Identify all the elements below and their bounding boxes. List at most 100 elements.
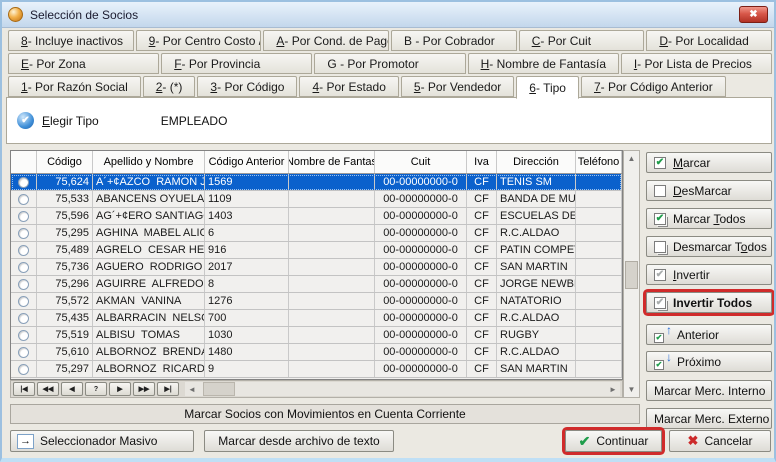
- tab-g-por-promotor[interactable]: G - Por Promotor: [314, 53, 465, 74]
- cell: [289, 225, 375, 241]
- nav-search-button[interactable]: ?: [85, 382, 107, 396]
- table-row[interactable]: 75,624A´+¢AZCO RAMON JOSE156900-00000000…: [11, 174, 622, 191]
- tab-b-por-cobrador[interactable]: B - Por Cobrador: [391, 30, 517, 51]
- table-row[interactable]: 75,572AKMAN VANINA127600-00000000-0CFNAT…: [11, 293, 622, 310]
- arrow-icon: ↓: [666, 350, 672, 364]
- arrow-right-icon: →: [17, 434, 34, 449]
- check-icon: ✔: [656, 334, 663, 342]
- seleccionador-masivo-button[interactable]: → Seleccionador Masivo: [10, 430, 194, 452]
- marcar-todos-button[interactable]: ✔Marcar Todos: [646, 208, 772, 229]
- table-row[interactable]: 75,295AGHINA MABEL ALICIA600-00000000-0C…: [11, 225, 622, 242]
- scroll-down-icon[interactable]: ▼: [624, 382, 639, 397]
- tab-h-nombre-de-fantasía[interactable]: H - Nombre de Fantasía: [468, 53, 619, 74]
- tab-5-por-vendedor[interactable]: 5 - Por Vendedor: [401, 76, 514, 97]
- nav-first-button[interactable]: |◀: [13, 382, 35, 396]
- table-row[interactable]: 75,296AGUIRRE ALFREDO800-00000000-0CFJOR…: [11, 276, 622, 293]
- window-title: Selección de Socios: [30, 8, 138, 22]
- tab-3-por-código[interactable]: 3 - Por Código: [197, 76, 297, 97]
- check-icon: ✔: [656, 298, 664, 308]
- table-row[interactable]: 75,519ALBISU TOMAS103000-00000000-0CFRUG…: [11, 327, 622, 344]
- cell: CF: [467, 344, 497, 360]
- column-header: Cuit: [375, 151, 467, 173]
- tab-4-por-estado[interactable]: 4 - Por Estado: [299, 76, 398, 97]
- nav-next-button[interactable]: ▶: [109, 382, 131, 396]
- tab-e-por-zona[interactable]: E - Por Zona: [8, 53, 159, 74]
- anterior-button[interactable]: ✔↑Anterior: [646, 324, 772, 345]
- cell: 2017: [205, 259, 289, 275]
- table-row[interactable]: 75,610ALBORNOZ BRENDA VAN148000-00000000…: [11, 344, 622, 361]
- cell: AG´+¢ERO SANTIAGO ME: [93, 208, 205, 224]
- cell: [576, 344, 622, 360]
- tab-row-1: 8 - Incluye inactivos9 - Por Centro Cost…: [6, 30, 774, 51]
- cancelar-button[interactable]: ✖ Cancelar: [669, 430, 771, 452]
- proximo-button-label: Próximo: [677, 355, 721, 369]
- tab-f-por-provincia[interactable]: F - Por Provincia: [161, 53, 312, 74]
- row-radio-icon: [18, 211, 29, 222]
- scroll-up-icon[interactable]: ▲: [624, 151, 639, 166]
- cell: 9: [205, 361, 289, 377]
- tab-8-incluye-inactivos[interactable]: 8 - Incluye inactivos: [8, 30, 134, 51]
- tab-2-[interactable]: 2 - (*): [143, 76, 196, 97]
- tab-7-por-código-anterior[interactable]: 7 - Por Código Anterior: [581, 76, 726, 97]
- column-header: Código Anterior: [205, 151, 289, 173]
- cell: R.C.ALDAO: [497, 310, 576, 326]
- tab-a-por-cond-de-pago[interactable]: A - Por Cond. de Pago: [263, 30, 389, 51]
- cell: 700: [205, 310, 289, 326]
- cell: 75,435: [37, 310, 93, 326]
- marcar-merc-externo-button[interactable]: Marcar Merc. Externo: [646, 408, 772, 429]
- table-row[interactable]: 75,489AGRELO CESAR HECTOR91600-00000000-…: [11, 242, 622, 259]
- continuar-button[interactable]: ✔ Continuar: [565, 430, 662, 452]
- invertir-button-label: Invertir: [673, 268, 710, 282]
- cb-check-icon: ✔: [654, 157, 666, 169]
- horizontal-scrollbar[interactable]: ◄ ►: [185, 382, 620, 396]
- desmarcar-todos-button[interactable]: Desmarcar Todos: [646, 236, 772, 257]
- table-row[interactable]: 75,435ALBARRACIN NELSON EL70000-00000000…: [11, 310, 622, 327]
- table-row[interactable]: 75,736AGUERO RODRIGO ALEJA201700-0000000…: [11, 259, 622, 276]
- row-select-cell: [11, 293, 37, 309]
- cb-empty-icon: [654, 185, 666, 197]
- table-row[interactable]: 75,297ALBORNOZ RICARDO RO900-00000000-0C…: [11, 361, 622, 378]
- invertir-button[interactable]: ✔Invertir: [646, 264, 772, 285]
- tab-i-por-lista-de-precios[interactable]: I - Por Lista de Precios: [621, 53, 772, 74]
- cb-empty-stack-icon: [654, 241, 666, 253]
- desmarcar-button[interactable]: DesMarcar: [646, 180, 772, 201]
- nav-prior-page-button[interactable]: ◀◀: [37, 382, 59, 396]
- tab-c-por-cuit[interactable]: C - Por Cuit: [519, 30, 645, 51]
- marcar-cuenta-corriente-button[interactable]: Marcar Socios con Movimientos en Cuenta …: [10, 404, 640, 424]
- cell: 75,296: [37, 276, 93, 292]
- nav-prior-button[interactable]: ◀: [61, 382, 83, 396]
- cell: [289, 361, 375, 377]
- check-icon: ✔: [656, 214, 664, 224]
- tab-d-por-localidad[interactable]: D - Por Localidad: [646, 30, 772, 51]
- tab-9-por-centro-costo-beneficio[interactable]: 9 - Por Centro Costo / Beneficio: [136, 30, 262, 51]
- nav-next-page-button[interactable]: ▶▶: [133, 382, 155, 396]
- cell: ESCUELAS DEP: [497, 208, 576, 224]
- table-row[interactable]: 75,596AG´+¢ERO SANTIAGO ME140300-0000000…: [11, 208, 622, 225]
- scroll-right-icon[interactable]: ►: [606, 382, 620, 396]
- socios-grid: CódigoApellido y NombreCódigo AnteriorNo…: [10, 150, 623, 380]
- scroll-left-icon[interactable]: ◄: [185, 382, 199, 396]
- close-button[interactable]: ✖: [739, 6, 768, 23]
- row-select-cell: [11, 191, 37, 207]
- column-header: Nombre de Fantas: [289, 151, 375, 173]
- marcar-merc-interno-button[interactable]: Marcar Merc. Interno: [646, 380, 772, 401]
- marcar-desde-archivo-button[interactable]: Marcar desde archivo de texto: [204, 430, 394, 452]
- proximo-button[interactable]: ✔↓ Próximo: [646, 351, 772, 372]
- cell: 00-00000000-0: [375, 276, 467, 292]
- nav-last-button[interactable]: ▶|: [157, 382, 179, 396]
- invertir-todos-button[interactable]: ✔Invertir Todos: [646, 292, 772, 313]
- vertical-scroll-thumb[interactable]: [625, 261, 638, 289]
- cell: [576, 327, 622, 343]
- vertical-scrollbar[interactable]: ▲ ▼: [623, 150, 640, 398]
- desmarcar-todos-button-label: Desmarcar Todos: [673, 240, 767, 254]
- row-radio-icon: [18, 262, 29, 273]
- tab-1-por-razón-social[interactable]: 1 - Por Razón Social: [8, 76, 141, 97]
- check-icon: ✔: [656, 361, 663, 369]
- horizontal-scroll-thumb[interactable]: [203, 382, 235, 396]
- cell: [576, 310, 622, 326]
- elegir-tipo-button[interactable]: ✔ Elegir Tipo: [17, 112, 99, 129]
- tab-6-tipo[interactable]: 6 - Tipo: [516, 76, 579, 99]
- table-row[interactable]: 75,533ABANCENS OYUELA ALEJ110900-0000000…: [11, 191, 622, 208]
- marcar-button[interactable]: ✔Marcar: [646, 152, 772, 173]
- cell: CF: [467, 293, 497, 309]
